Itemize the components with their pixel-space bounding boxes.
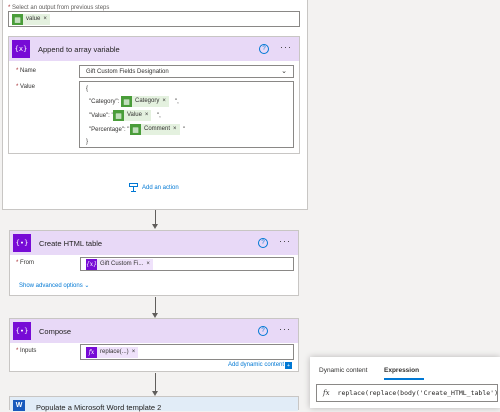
compose-card: {∙} Compose ? ··· * Inputs fx replace(..… (9, 318, 299, 372)
variable-icon: {x} (12, 40, 30, 58)
tab-dynamic-content[interactable]: Dynamic content (319, 367, 367, 374)
inputs-label: * Inputs (16, 348, 37, 354)
excel-token-icon: ▦ (12, 14, 23, 25)
help-icon[interactable]: ? (258, 326, 268, 336)
chevron-down-icon: ⌄ (281, 68, 287, 75)
remove-token-icon[interactable]: × (173, 124, 180, 135)
html-table-card-header[interactable]: {∙} Create HTML table ? ··· (10, 231, 298, 255)
from-label: * From (16, 260, 35, 266)
data-operation-icon: {∙} (13, 322, 31, 340)
append-card-title: Append to array variable (38, 44, 120, 54)
percentage-tail: " (183, 127, 186, 133)
value-label: * Value (16, 84, 35, 90)
more-options-icon[interactable]: ··· (280, 42, 292, 52)
excel-token-icon: ▦ (113, 110, 124, 121)
category-tail: ", (175, 99, 179, 105)
show-advanced-options-link[interactable]: Show advanced options ⌄ (19, 282, 89, 289)
tab-expression[interactable]: Expression (384, 367, 419, 374)
expression-input[interactable]: fx replace(replace(body('Create_HTML_tab… (316, 384, 498, 402)
value-editor[interactable]: { "Category": " ▦ Category × ", "Value":… (79, 81, 294, 148)
gift-custom-fields-token[interactable]: {x} Gift Custom Fi... × (86, 259, 153, 270)
word-card-header[interactable]: W Populate a Microsoft Word template 2 (10, 397, 298, 412)
help-icon[interactable]: ? (258, 238, 268, 248)
remove-token-icon[interactable]: × (144, 110, 152, 121)
dynamic-content-panel: Dynamic content Expression fx replace(re… (310, 357, 500, 408)
remove-token-icon[interactable]: × (146, 259, 153, 270)
append-card-header[interactable]: {x} Append to array variable ? ··· (9, 37, 299, 61)
create-html-table-card: {∙} Create HTML table ? ··· * From {x} G… (9, 230, 299, 296)
active-tab-indicator (384, 378, 424, 380)
connector-line (155, 373, 156, 393)
help-icon[interactable]: ? (259, 44, 269, 54)
expression-text: replace(replace(body('Create_HTML_table'… (337, 389, 498, 397)
brace-close: } (86, 139, 89, 145)
compose-card-header[interactable]: {∙} Compose ? ··· (10, 319, 298, 343)
remove-token-icon[interactable]: × (43, 14, 50, 25)
name-label: * Name (16, 68, 37, 74)
inputs-field[interactable]: fx replace(...) × (80, 344, 294, 360)
more-options-icon[interactable]: ··· (279, 324, 291, 334)
html-table-card-title: Create HTML table (39, 238, 103, 248)
brace-open: { (86, 86, 89, 92)
from-field[interactable]: {x} Gift Custom Fi... × (80, 257, 294, 271)
word-icon: W (13, 400, 25, 411)
add-action-icon[interactable] (129, 183, 138, 192)
compose-card-title: Compose (39, 326, 72, 336)
fx-icon: fx (323, 389, 330, 397)
remove-token-icon[interactable]: × (162, 96, 169, 107)
variable-token-icon: {x} (85, 259, 98, 270)
replace-expression-token[interactable]: fx replace(...) × (86, 347, 139, 358)
value-token[interactable]: ▦ value × (12, 14, 50, 25)
name-dropdown[interactable]: Gift Custom Fields Designation ⌄ (79, 65, 294, 78)
remove-token-icon[interactable]: × (131, 347, 139, 358)
select-output-field[interactable]: ▦ value × (8, 11, 300, 27)
comment-token[interactable]: ▦ Comment × (130, 124, 180, 135)
value-item-token[interactable]: ▦ Value × (113, 110, 152, 121)
name-dropdown-value: Gift Custom Fields Designation (86, 69, 169, 75)
excel-token-icon: ▦ (121, 96, 132, 107)
chevron-down-icon: ⌄ (84, 283, 90, 289)
add-dynamic-content-link[interactable]: Add dynamic content (228, 362, 284, 368)
connector-arrow-icon (152, 224, 158, 229)
add-action-link[interactable]: Add an action (142, 185, 179, 191)
category-key: "Category": " (89, 99, 124, 105)
value-key: "Value": " (89, 113, 114, 119)
dynamic-content-icon[interactable]: + (285, 362, 292, 369)
value-tail: ", (157, 113, 161, 119)
excel-token-icon: ▦ (130, 124, 141, 135)
fx-icon: fx (86, 347, 97, 358)
category-token[interactable]: ▦ Category × (121, 96, 169, 107)
more-options-icon[interactable]: ··· (279, 236, 291, 246)
append-to-array-card: {x} Append to array variable ? ··· * Nam… (8, 36, 300, 154)
data-operation-icon: {∙} (13, 234, 31, 252)
percentage-key: "Percentage": " (89, 127, 130, 133)
